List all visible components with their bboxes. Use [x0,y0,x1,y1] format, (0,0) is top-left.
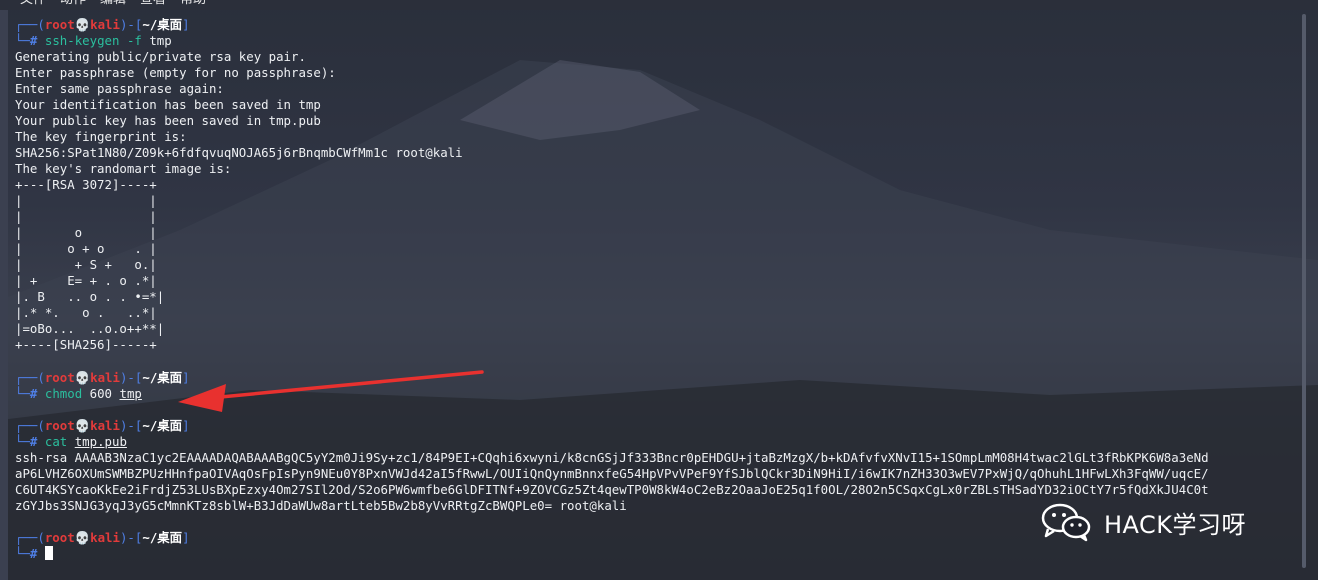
output-line: Your identification has been saved in tm… [15,97,321,112]
command-line-chmod: └─# chmod 600 tmp [15,386,142,401]
menu-file[interactable]: 文件 [20,0,46,9]
window-edge [0,10,8,580]
command-name: ssh-keygen [44,33,120,48]
skull-icon: 💀 [74,17,91,32]
output-line: The key's randomart image is: [15,161,232,176]
menu-bar: 文件 动作 编辑 查看 帮助 [0,0,1318,10]
menu-edit[interactable]: 编辑 [100,0,126,9]
text-cursor [44,546,53,560]
output-line: The key fingerprint is: [15,129,187,144]
command-name: cat [44,434,68,449]
randomart-line: | | [15,193,157,208]
randomart-line: |.* *. o . ..*| [15,305,157,320]
prompt-host: kali [90,17,120,32]
prompt-line: ┌──(root💀kali)-[~/桌面] [15,370,190,385]
menu-view[interactable]: 查看 [140,0,166,9]
skull-icon: 💀 [74,530,91,545]
skull-icon: 💀 [74,418,91,433]
prompt-user: root [44,17,75,32]
watermark: HACK学习呀 [1040,502,1246,542]
watermark-text: HACK学习呀 [1104,510,1247,539]
pubkey-line: aP6LVHZ6OXUmSWMBZPUzHHnfpaOIVAqOsFpIsPyn… [15,466,1209,481]
randomart-line: | | [15,209,157,224]
wechat-icon [1041,503,1091,542]
randomart-line: | + E= + . o .*| [15,273,157,288]
terminal-output[interactable]: ┌──(root💀kali)-[~/桌面] └─# ssh-keygen -f … [15,17,1305,577]
command-line-ssh-keygen: └─# ssh-keygen -f tmp [15,33,172,48]
menu-action[interactable]: 动作 [60,0,86,9]
output-line: Enter same passphrase again: [15,81,224,96]
randomart-line: +---[RSA 3072]----+ [15,177,157,192]
output-line: Your public key has been saved in tmp.pu… [15,113,321,128]
prompt-line: ┌──(root💀kali)-[~/桌面] [15,17,190,32]
pubkey-line: C6UT4KSYcaoKkEe2iFrdjZ53LUsBXpEzxy4Om27S… [15,482,1209,497]
prompt-line: ┌──(root💀kali)-[~/桌面] [15,418,190,433]
menu-help[interactable]: 帮助 [180,0,206,9]
pubkey-line: ssh-rsa AAAAB3NzaC1yc2EAAAADAQABAAABgQC5… [15,450,1209,465]
skull-icon: 💀 [74,370,91,385]
fingerprint-line: SHA256:SPat1N80/Z09k+6fdfqvuqNOJA65j6rBn… [15,145,463,160]
prompt-line: ┌──(root💀kali)-[~/桌面] [15,530,190,545]
pubkey-line: zGYJbs3SNJG3yqJ3yG5cMmnKTz8sblW+B3JdDaWU… [15,498,627,513]
active-prompt-line[interactable]: └─# [15,546,53,562]
output-line: Enter passphrase (empty for no passphras… [15,65,336,80]
command-name: chmod [44,386,83,401]
command-line-cat: └─# cat tmp.pub [15,434,127,449]
randomart-line: |. B .. o . . •=*| [15,289,165,304]
randomart-line: |=oBo... ..o.o++**| [15,321,165,336]
randomart-line: +----[SHA256]-----+ [15,337,157,352]
randomart-line: | o + o . | [15,241,157,256]
prompt-path: ~/桌面 [142,17,183,32]
randomart-line: | o | [15,225,157,240]
randomart-line: | + S + o.| [15,257,157,272]
output-line: Generating public/private rsa key pair. [15,49,306,64]
